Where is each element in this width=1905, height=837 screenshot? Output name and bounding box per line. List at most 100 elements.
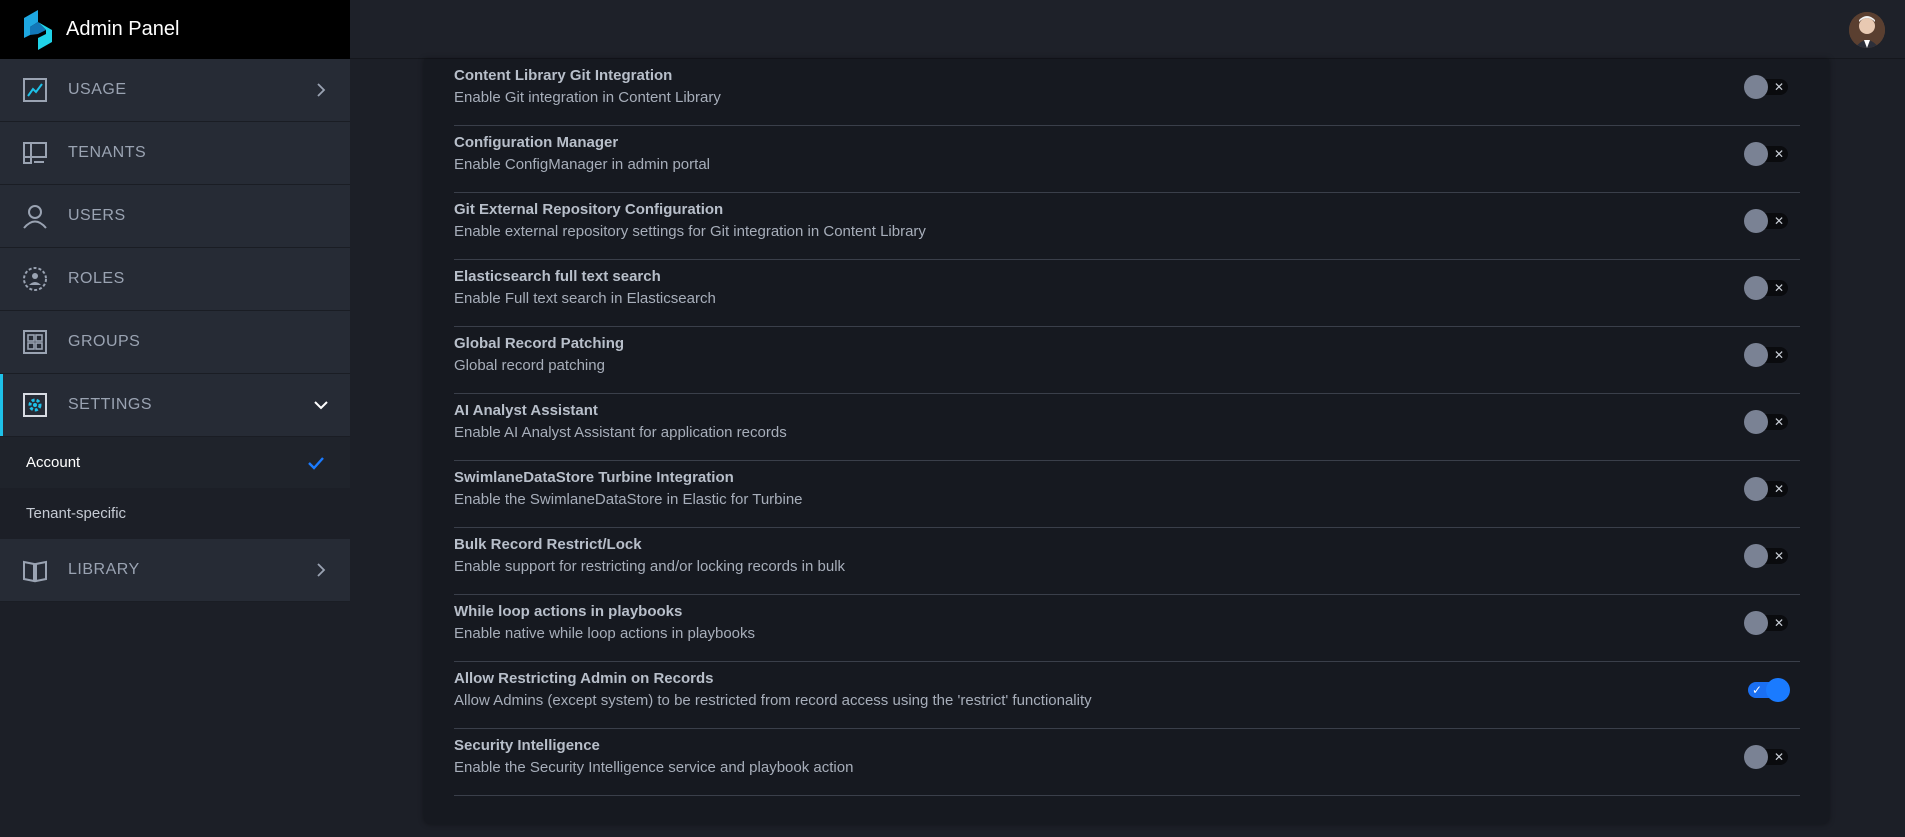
- close-icon: ✕: [1773, 147, 1785, 161]
- setting-title: SwimlaneDataStore Turbine Integration: [454, 469, 734, 486]
- nav-label: GROUPS: [68, 333, 141, 350]
- nav-label: ROLES: [68, 270, 125, 287]
- close-icon: ✕: [1773, 348, 1785, 362]
- setting-toggle[interactable]: ✓: [1744, 678, 1790, 702]
- setting-toggle[interactable]: ✕: [1744, 745, 1790, 769]
- chevron-right-icon: [317, 563, 326, 577]
- user-icon: [22, 203, 48, 229]
- close-icon: ✕: [1773, 415, 1785, 429]
- sub-item-label: Tenant-specific: [26, 505, 127, 522]
- toggle-knob: [1744, 745, 1768, 769]
- toggle-knob: [1766, 678, 1790, 702]
- toggle-knob: [1744, 209, 1768, 233]
- setting-toggle[interactable]: ✕: [1744, 343, 1790, 367]
- setting-title: Allow Restricting Admin on Records: [454, 670, 714, 687]
- setting-toggle[interactable]: ✕: [1744, 209, 1790, 233]
- setting-description: Enable the Security Intelligence service…: [454, 759, 854, 776]
- setting-description: Enable Full text search in Elasticsearch: [454, 290, 716, 307]
- nav-label: LIBRARY: [68, 561, 140, 578]
- setting-row: Content Library Git Integration Enable Gi…: [454, 59, 1800, 126]
- setting-title: AI Analyst Assistant: [454, 402, 598, 419]
- sidebar: Admin Panel USAGE TENANTS USERS ROLES GR…: [0, 0, 350, 837]
- setting-row: Global Record Patching Global record patc…: [454, 327, 1800, 394]
- library-icon: [22, 557, 48, 583]
- setting-toggle[interactable]: ✕: [1744, 611, 1790, 635]
- check-icon: ✓: [1751, 683, 1763, 697]
- setting-toggle[interactable]: ✕: [1744, 544, 1790, 568]
- close-icon: ✕: [1773, 750, 1785, 764]
- tenants-icon: [22, 140, 48, 166]
- setting-toggle[interactable]: ✕: [1744, 410, 1790, 434]
- nav-item-settings[interactable]: SETTINGS: [0, 374, 350, 437]
- setting-row: While loop actions in playbooks Enable na…: [454, 595, 1800, 662]
- setting-title: Bulk Record Restrict/Lock: [454, 536, 642, 553]
- setting-title: Git External Repository Configuration: [454, 201, 724, 218]
- toggle-knob: [1744, 410, 1768, 434]
- setting-description: Enable native while loop actions in play…: [454, 625, 756, 642]
- setting-description: Global record patching: [454, 357, 605, 374]
- nav-label: USERS: [68, 207, 126, 224]
- chevron-down-icon: [314, 401, 328, 410]
- nav-item-library[interactable]: LIBRARY: [0, 539, 350, 602]
- setting-row: Bulk Record Restrict/Lock Enable support …: [454, 528, 1800, 595]
- setting-toggle[interactable]: ✕: [1744, 75, 1790, 99]
- setting-row: Allow Restricting Admin on Records Allow …: [454, 662, 1800, 729]
- setting-title: Global Record Patching: [454, 335, 625, 352]
- toggle-knob: [1744, 544, 1768, 568]
- sub-item-label: Account: [26, 454, 81, 471]
- setting-row: Git External Repository Configuration Ena…: [454, 193, 1800, 260]
- setting-title: Content Library Git Integration: [454, 67, 673, 84]
- top-bar: [350, 0, 1905, 59]
- toggle-knob: [1744, 477, 1768, 501]
- setting-title: Elasticsearch full text search: [454, 268, 661, 285]
- setting-description: Enable AI Analyst Assistant for applicat…: [454, 424, 787, 441]
- app-title: Admin Panel: [66, 18, 180, 40]
- check-icon: [308, 456, 324, 470]
- close-icon: ✕: [1773, 549, 1785, 563]
- setting-row: Security Intelligence Enable the Security…: [454, 729, 1800, 796]
- chevron-right-icon: [317, 83, 326, 97]
- brand-header: Admin Panel: [0, 0, 350, 59]
- toggle-knob: [1744, 343, 1768, 367]
- settings-panel: Content Library Git Integration Enable Gi…: [424, 59, 1829, 824]
- groups-icon: [22, 329, 48, 355]
- nav-item-groups[interactable]: GROUPS: [0, 311, 350, 374]
- toggle-knob: [1744, 75, 1768, 99]
- toggle-knob: [1744, 142, 1768, 166]
- setting-description: Enable ConfigManager in admin portal: [454, 156, 710, 173]
- setting-title: Configuration Manager: [454, 134, 619, 151]
- app-logo-icon: [24, 9, 52, 50]
- nav-item-tenants[interactable]: TENANTS: [0, 122, 350, 185]
- chart-icon: [22, 77, 48, 103]
- setting-row: AI Analyst Assistant Enable AI Analyst As…: [454, 394, 1800, 461]
- nav-label: TENANTS: [68, 144, 147, 161]
- setting-description: Enable external repository settings for …: [454, 223, 926, 240]
- setting-description: Allow Admins (except system) to be restr…: [454, 692, 1092, 709]
- toggle-knob: [1744, 611, 1768, 635]
- close-icon: ✕: [1773, 616, 1785, 630]
- setting-title: Security Intelligence: [454, 737, 600, 754]
- setting-toggle[interactable]: ✕: [1744, 477, 1790, 501]
- setting-description: Enable the SwimlaneDataStore in Elastic …: [454, 491, 803, 508]
- setting-title: While loop actions in playbooks: [454, 603, 683, 620]
- nav-item-roles[interactable]: ROLES: [0, 248, 350, 311]
- close-icon: ✕: [1773, 482, 1785, 496]
- setting-row: SwimlaneDataStore Turbine Integration Ena…: [454, 461, 1800, 528]
- setting-description: Enable Git integration in Content Librar…: [454, 89, 721, 106]
- close-icon: ✕: [1773, 281, 1785, 295]
- nav-item-usage[interactable]: USAGE: [0, 59, 350, 122]
- avatar-image-icon: [1849, 12, 1885, 48]
- nav-item-users[interactable]: USERS: [0, 185, 350, 248]
- setting-description: Enable support for restricting and/or lo…: [454, 558, 846, 575]
- user-avatar[interactable]: [1849, 12, 1885, 48]
- close-icon: ✕: [1773, 214, 1785, 228]
- setting-row: Configuration Manager Enable ConfigManage…: [454, 126, 1800, 193]
- roles-icon: [22, 266, 48, 292]
- nav-label: SETTINGS: [68, 396, 153, 413]
- settings-sub-tenant-specific[interactable]: Tenant-specific: [0, 488, 350, 539]
- settings-sub-account[interactable]: Account: [0, 437, 350, 488]
- nav-label: USAGE: [68, 81, 127, 98]
- setting-toggle[interactable]: ✕: [1744, 276, 1790, 300]
- setting-toggle[interactable]: ✕: [1744, 142, 1790, 166]
- setting-row: Elasticsearch full text search Enable Ful…: [454, 260, 1800, 327]
